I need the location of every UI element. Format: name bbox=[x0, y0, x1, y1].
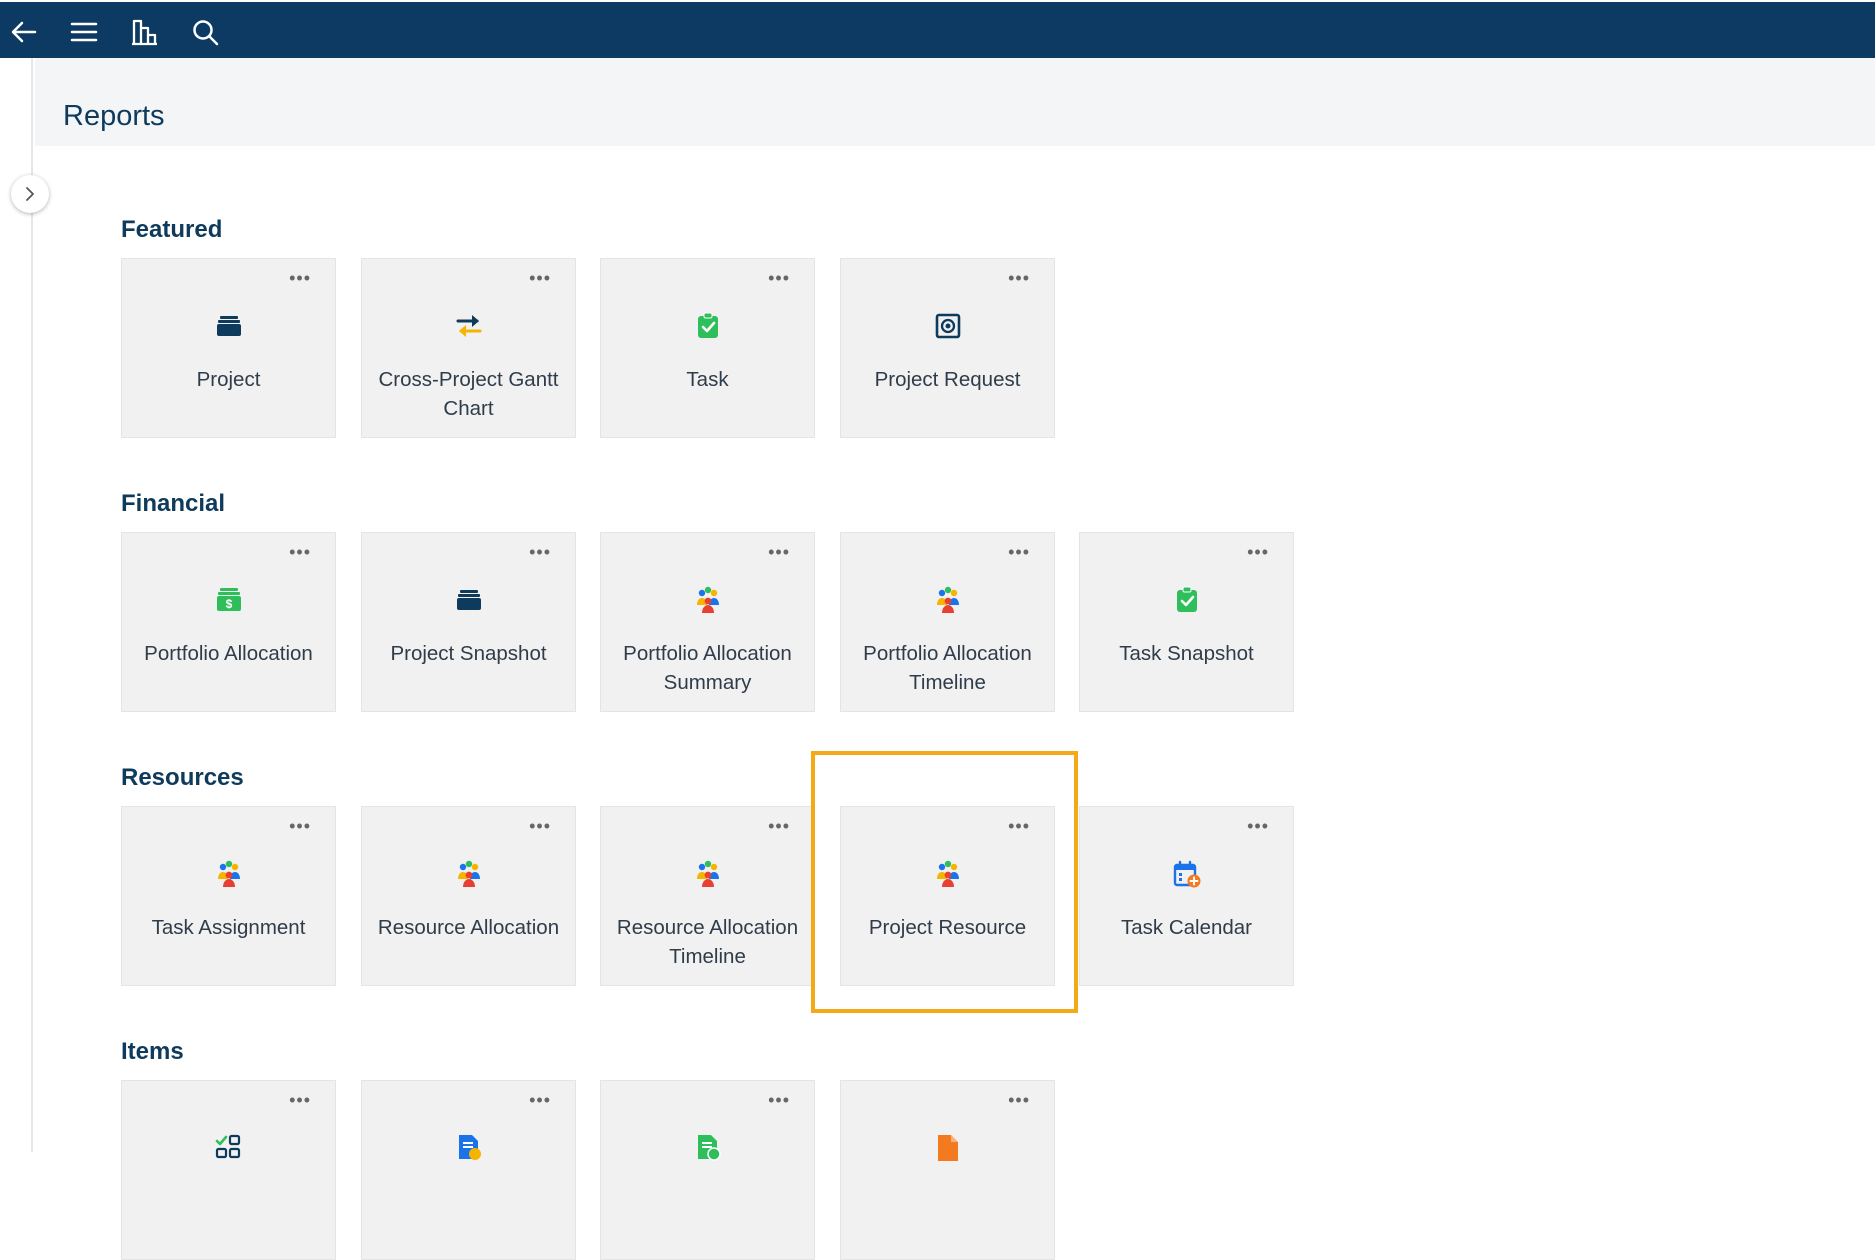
report-card-task-calendar[interactable]: ••• Task Calendar bbox=[1079, 806, 1294, 986]
report-card-items-2[interactable]: ••• bbox=[361, 1080, 576, 1260]
clipboard-check-icon bbox=[696, 311, 719, 340]
top-navigation-bar bbox=[0, 0, 1875, 58]
card-more-options-button[interactable]: ••• bbox=[529, 543, 551, 561]
card-label: Resource Allocation Timeline bbox=[616, 916, 799, 968]
report-card-portfolio-allocation[interactable]: ••• Portfolio Allocation bbox=[121, 532, 336, 712]
menu-button[interactable] bbox=[66, 14, 102, 50]
document-alert-icon bbox=[457, 1134, 482, 1161]
back-button[interactable] bbox=[6, 14, 42, 50]
swap-arrows-icon bbox=[456, 313, 481, 339]
briefcase-icon bbox=[456, 590, 481, 610]
portfolios-button[interactable] bbox=[126, 14, 162, 50]
report-card-items-4[interactable]: ••• bbox=[840, 1080, 1055, 1260]
file-icon bbox=[937, 1135, 958, 1161]
back-arrow-icon bbox=[11, 21, 37, 43]
card-label: Project bbox=[196, 368, 261, 391]
card-more-options-button[interactable]: ••• bbox=[768, 1091, 790, 1109]
report-card-portfolio-allocation-timeline[interactable]: ••• Portfolio Allocation Timeline bbox=[840, 532, 1055, 712]
section-title-resources: Resources bbox=[121, 764, 244, 791]
card-more-options-button[interactable]: ••• bbox=[289, 817, 311, 835]
page-header bbox=[35, 58, 1875, 146]
card-label: Project Resource bbox=[868, 916, 1027, 939]
people-group-icon bbox=[696, 860, 719, 887]
card-label: Task Assignment bbox=[151, 916, 306, 939]
report-card-task-snapshot[interactable]: ••• Task Snapshot bbox=[1079, 532, 1294, 712]
buildings-icon bbox=[132, 19, 157, 46]
report-card-resource-allocation[interactable]: ••• Resource Allocation bbox=[361, 806, 576, 986]
people-group-icon bbox=[696, 586, 719, 613]
card-label: Portfolio Allocation Timeline bbox=[863, 642, 1032, 694]
report-card-items-3[interactable]: ••• bbox=[600, 1080, 815, 1260]
report-card-project-resource[interactable]: ••• Project Resource bbox=[840, 806, 1055, 986]
card-label: Task bbox=[686, 368, 729, 391]
card-more-options-button[interactable]: ••• bbox=[529, 817, 551, 835]
briefcase-icon bbox=[216, 316, 241, 336]
card-more-options-button[interactable]: ••• bbox=[768, 269, 790, 287]
search-button[interactable] bbox=[187, 14, 223, 50]
report-card-task-assignment[interactable]: ••• Task Assignment bbox=[121, 806, 336, 986]
search-icon bbox=[193, 20, 219, 46]
card-more-options-button[interactable]: ••• bbox=[1008, 269, 1030, 287]
section-title-featured: Featured bbox=[121, 216, 223, 243]
card-more-options-button[interactable]: ••• bbox=[1247, 543, 1269, 561]
card-label: Portfolio Allocation bbox=[144, 642, 313, 665]
people-group-icon bbox=[936, 586, 959, 613]
checklist-icon bbox=[215, 1134, 240, 1159]
card-more-options-button[interactable]: ••• bbox=[1008, 543, 1030, 561]
report-card-project[interactable]: ••• Project bbox=[121, 258, 336, 438]
clipboard-check-icon bbox=[1175, 585, 1198, 614]
card-label: Cross-Project Gantt Chart bbox=[378, 368, 559, 420]
card-label: Project Snapshot bbox=[390, 642, 547, 665]
section-title-items: Items bbox=[121, 1038, 184, 1065]
card-more-options-button[interactable]: ••• bbox=[289, 1091, 311, 1109]
request-icon bbox=[935, 313, 960, 339]
calendar-add-icon bbox=[1173, 860, 1202, 889]
chevron-right-icon bbox=[26, 187, 34, 201]
people-group-icon bbox=[936, 860, 959, 887]
card-label: Portfolio Allocation Summary bbox=[623, 642, 792, 694]
report-card-task[interactable]: ••• Task bbox=[600, 258, 815, 438]
hamburger-menu-icon bbox=[70, 22, 98, 42]
card-more-options-button[interactable]: ••• bbox=[1008, 1091, 1030, 1109]
card-label: Task Calendar bbox=[1120, 916, 1253, 939]
card-more-options-button[interactable]: ••• bbox=[1247, 817, 1269, 835]
report-card-project-snapshot[interactable]: ••• Project Snapshot bbox=[361, 532, 576, 712]
card-more-options-button[interactable]: ••• bbox=[289, 269, 311, 287]
card-label: Task Snapshot bbox=[1119, 642, 1254, 665]
people-group-icon bbox=[217, 860, 240, 887]
expand-sidebar-button[interactable] bbox=[11, 175, 49, 213]
card-more-options-button[interactable]: ••• bbox=[289, 543, 311, 561]
card-more-options-button[interactable]: ••• bbox=[529, 1091, 551, 1109]
document-check-icon bbox=[696, 1134, 721, 1161]
card-more-options-button[interactable]: ••• bbox=[529, 269, 551, 287]
report-card-cross-project-gantt-chart[interactable]: ••• Cross-Project Gantt Chart bbox=[361, 258, 576, 438]
card-label: Resource Allocation bbox=[377, 916, 560, 939]
section-title-financial: Financial bbox=[121, 490, 226, 517]
page-title: Reports bbox=[63, 100, 165, 132]
card-more-options-button[interactable]: ••• bbox=[768, 817, 790, 835]
card-label: Project Request bbox=[874, 368, 1021, 391]
people-group-icon bbox=[457, 860, 480, 887]
card-more-options-button[interactable]: ••• bbox=[1008, 817, 1030, 835]
card-more-options-button[interactable]: ••• bbox=[768, 543, 790, 561]
report-card-portfolio-allocation-summary[interactable]: ••• Portfolio Allocation Summary bbox=[600, 532, 815, 712]
report-card-resource-allocation-timeline[interactable]: ••• Resource Allocation Timeline bbox=[600, 806, 815, 986]
money-stack-icon bbox=[216, 588, 241, 611]
report-card-items-1[interactable]: ••• bbox=[121, 1080, 336, 1260]
left-rail bbox=[0, 58, 33, 1152]
report-card-project-request[interactable]: ••• Project Request bbox=[840, 258, 1055, 438]
